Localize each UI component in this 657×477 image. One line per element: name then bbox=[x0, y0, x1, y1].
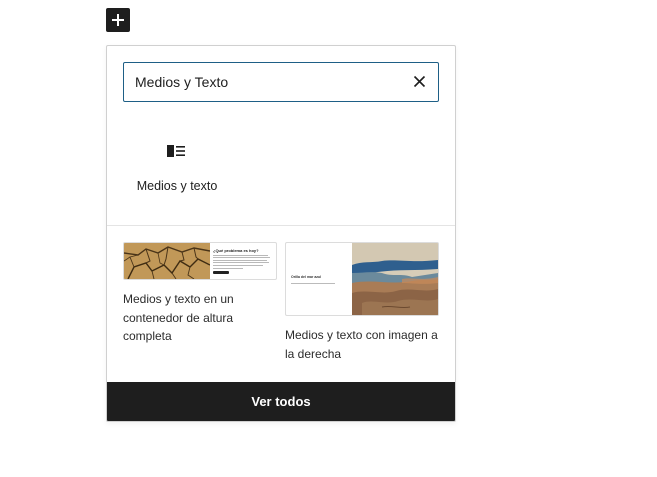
plus-icon bbox=[112, 14, 124, 26]
pattern-preview-text: Orilla del mar azul bbox=[291, 275, 349, 284]
pattern-preview-heading: Orilla del mar azul bbox=[291, 275, 322, 279]
close-icon[interactable] bbox=[411, 73, 428, 90]
pattern-item-media-text-full-height[interactable]: ¿Qué problema es hoy? Medios y texto en … bbox=[123, 242, 277, 346]
search-box bbox=[123, 62, 439, 102]
inserter-toggle-button[interactable] bbox=[106, 8, 130, 32]
block-item-media-text[interactable]: Medios y texto bbox=[123, 130, 231, 210]
pattern-preview: Orilla del mar azul bbox=[285, 242, 439, 316]
pattern-label: Medios y texto en un contenedor de altur… bbox=[123, 292, 234, 343]
pattern-preview-text: ¿Qué problema es hoy? bbox=[213, 248, 275, 275]
view-all-button[interactable]: Ver todos bbox=[107, 382, 455, 421]
pattern-preview-heading: ¿Qué problema es hoy? bbox=[213, 248, 259, 253]
cracked-earth-image bbox=[124, 243, 210, 279]
divider bbox=[107, 225, 455, 226]
seascape-painting-image bbox=[352, 243, 438, 315]
media-text-icon bbox=[167, 145, 185, 157]
search-input[interactable] bbox=[124, 63, 404, 100]
pattern-preview-button bbox=[213, 271, 229, 275]
pattern-label: Medios y texto con imagen a la derecha bbox=[285, 328, 438, 361]
block-inserter-popover: Medios y texto ¿Qué problema es hoy? bbox=[106, 45, 456, 422]
pattern-preview: ¿Qué problema es hoy? bbox=[123, 242, 277, 280]
block-item-label: Medios y texto bbox=[136, 179, 218, 193]
pattern-item-media-text-image-right[interactable]: Orilla del mar azul Medios y texto con i… bbox=[285, 242, 439, 363]
